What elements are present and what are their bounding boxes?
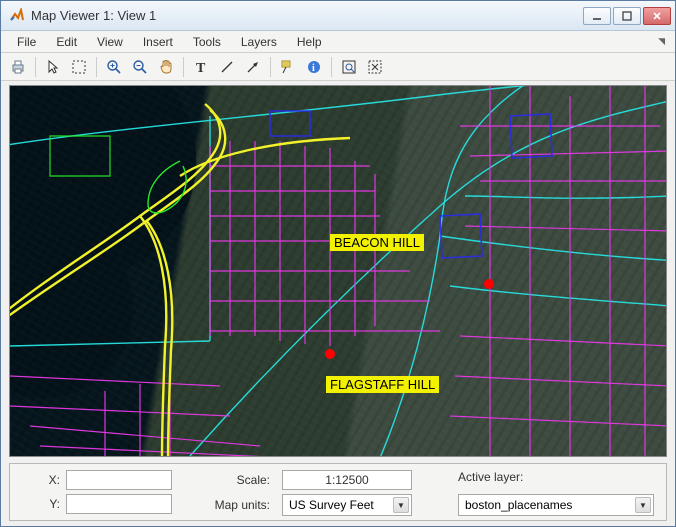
placename-marker <box>484 279 494 289</box>
fit-to-window-button[interactable] <box>338 56 360 78</box>
toolbar-separator <box>35 57 36 77</box>
annotate-icon <box>280 59 296 75</box>
menu-file[interactable]: File <box>7 33 46 51</box>
toolbar-separator <box>183 57 184 77</box>
x-coordinate-field <box>66 470 172 490</box>
fit-icon <box>341 59 357 75</box>
pan-button[interactable] <box>155 56 177 78</box>
map-units-label: Map units: <box>214 498 270 512</box>
chevron-down-icon: ▼ <box>393 497 409 513</box>
active-layer-value: boston_placenames <box>465 498 572 512</box>
toolbar-separator <box>331 57 332 77</box>
scale-label: Scale: <box>214 473 270 487</box>
status-panel: X: Y: Scale: 1:12500 Map units: US Surve… <box>9 463 667 521</box>
menu-help[interactable]: Help <box>287 33 332 51</box>
y-label: Y: <box>42 497 60 511</box>
active-layer-select[interactable]: boston_placenames ▼ <box>458 494 654 516</box>
print-button[interactable] <box>7 56 29 78</box>
info-icon: i <box>306 59 322 75</box>
y-coordinate-field <box>66 494 172 514</box>
chevron-down-icon: ▼ <box>635 497 651 513</box>
app-icon <box>9 8 25 24</box>
map-units-value: US Survey Feet <box>289 498 374 512</box>
map-units-select[interactable]: US Survey Feet ▼ <box>282 494 412 516</box>
menu-layers[interactable]: Layers <box>231 33 287 51</box>
placename-marker <box>325 349 335 359</box>
svg-text:T: T <box>196 61 206 75</box>
pointer-icon <box>45 59 61 75</box>
insert-arrow-button[interactable] <box>242 56 264 78</box>
scale-field[interactable]: 1:12500 <box>282 470 412 490</box>
prev-view-icon <box>367 59 383 75</box>
menu-tools[interactable]: Tools <box>183 33 231 51</box>
menu-bar: File Edit View Insert Tools Layers Help … <box>1 31 675 53</box>
window-title: Map Viewer 1: View 1 <box>31 8 581 23</box>
menu-insert[interactable]: Insert <box>133 33 183 51</box>
datatip-button[interactable] <box>277 56 299 78</box>
pan-icon <box>158 59 174 75</box>
print-icon <box>10 59 26 75</box>
maximize-button[interactable] <box>613 7 641 25</box>
zoom-in-icon <box>106 59 122 75</box>
pointer-button[interactable] <box>42 56 64 78</box>
text-icon: T <box>193 59 209 75</box>
placename-label-flagstaff-hill: FLAGSTAFF HILL <box>326 376 439 393</box>
close-button[interactable] <box>643 7 671 25</box>
title-bar: Map Viewer 1: View 1 <box>1 1 675 31</box>
insert-text-button[interactable]: T <box>190 56 212 78</box>
roads-layer <box>10 86 667 457</box>
x-label: X: <box>42 473 60 487</box>
placename-label-beacon-hill: BEACON HILL <box>330 234 424 251</box>
arrow-icon <box>245 59 261 75</box>
toolbar: T i <box>1 53 675 81</box>
insert-line-button[interactable] <box>216 56 238 78</box>
toolbar-separator <box>96 57 97 77</box>
zoom-out-icon <box>132 59 148 75</box>
svg-text:i: i <box>312 63 315 74</box>
back-to-previous-view-button[interactable] <box>364 56 386 78</box>
zoom-in-button[interactable] <box>103 56 125 78</box>
menu-view[interactable]: View <box>87 33 133 51</box>
menu-overflow-icon[interactable]: ◥ <box>654 34 669 49</box>
map-viewport[interactable]: BEACON HILL FLAGSTAFF HILL <box>9 85 667 457</box>
select-area-button[interactable] <box>68 56 90 78</box>
menu-edit[interactable]: Edit <box>46 33 87 51</box>
toolbar-separator <box>270 57 271 77</box>
info-button[interactable]: i <box>303 56 325 78</box>
marquee-icon <box>71 59 87 75</box>
zoom-out-button[interactable] <box>129 56 151 78</box>
active-layer-label: Active layer: <box>458 470 523 484</box>
line-icon <box>219 59 235 75</box>
minimize-button[interactable] <box>583 7 611 25</box>
